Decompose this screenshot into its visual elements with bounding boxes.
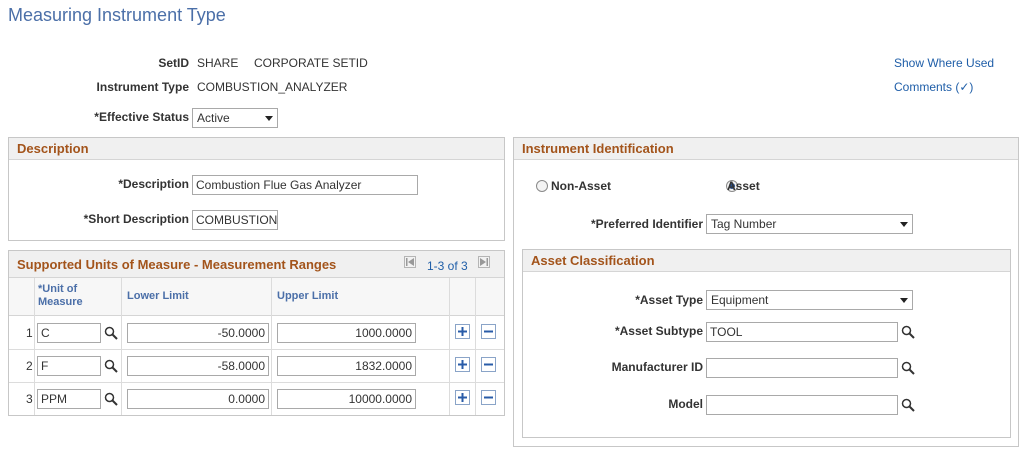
column-uom: *Unit of Measure bbox=[38, 283, 83, 309]
setid-value: SHARE bbox=[197, 56, 239, 70]
row-number: 1 bbox=[26, 326, 33, 340]
instrument-type-label: Instrument Type bbox=[96, 80, 189, 94]
magnifier-lookup-icon[interactable] bbox=[901, 398, 915, 412]
description-header: Description bbox=[9, 138, 504, 160]
first-page-icon[interactable] bbox=[404, 256, 416, 268]
table-row: 2 F -58.0000 1832.0000 bbox=[9, 350, 504, 382]
manufacturer-id-label: Manufacturer ID bbox=[611, 360, 703, 374]
preferred-identifier-value: Tag Number bbox=[711, 217, 777, 231]
effective-status-value: Active bbox=[197, 111, 230, 125]
preferred-identifier-label: *Preferred Identifier bbox=[590, 217, 703, 231]
table-row: 3 PPM 0.0000 10000.0000 bbox=[9, 383, 504, 415]
setid-label: SetID bbox=[158, 56, 189, 70]
row-number: 3 bbox=[26, 392, 33, 406]
column-lower-limit: Lower Limit bbox=[127, 290, 189, 302]
dropdown-arrow-icon bbox=[265, 115, 273, 121]
short-description-label: *Short Description bbox=[83, 212, 189, 226]
model-input[interactable] bbox=[706, 395, 898, 415]
manufacturer-id-input[interactable] bbox=[706, 358, 898, 378]
column-upper-limit: Upper Limit bbox=[277, 290, 339, 302]
magnifier-lookup-icon[interactable] bbox=[901, 325, 915, 339]
lower-limit-input[interactable]: -58.0000 bbox=[127, 356, 269, 376]
asset-type-value: Equipment bbox=[711, 293, 769, 307]
description-label: *Description bbox=[118, 177, 189, 191]
magnifier-lookup-icon[interactable] bbox=[104, 359, 118, 373]
show-where-used-link[interactable]: Show Where Used bbox=[894, 56, 994, 70]
upper-limit-input[interactable]: 10000.0000 bbox=[277, 389, 416, 409]
magnifier-lookup-icon[interactable] bbox=[104, 392, 118, 406]
magnifier-lookup-icon[interactable] bbox=[901, 361, 915, 375]
magnifier-lookup-icon[interactable] bbox=[104, 326, 118, 340]
model-label: Model bbox=[668, 397, 703, 411]
minus-icon[interactable] bbox=[481, 357, 496, 372]
asset-type-select[interactable]: Equipment bbox=[706, 290, 913, 310]
comments-link[interactable]: Comments (✓) bbox=[894, 80, 973, 94]
minus-icon[interactable] bbox=[481, 390, 496, 405]
grid-header-row bbox=[9, 278, 504, 316]
upper-limit-input[interactable]: 1000.0000 bbox=[277, 323, 416, 343]
uom-input[interactable]: PPM bbox=[37, 389, 101, 409]
plus-icon[interactable] bbox=[455, 390, 470, 405]
uom-input[interactable]: C bbox=[37, 323, 101, 343]
instrument-type-value: COMBUSTION_ANALYZER bbox=[197, 80, 348, 94]
non-asset-label: Non-Asset bbox=[551, 179, 612, 193]
lower-limit-input[interactable]: 0.0000 bbox=[127, 389, 269, 409]
short-description-input[interactable]: COMBUSTION bbox=[192, 210, 278, 230]
asset-type-label: *Asset Type bbox=[635, 293, 703, 307]
asset-subtype-input[interactable]: TOOL bbox=[706, 322, 898, 342]
plus-icon[interactable] bbox=[455, 357, 470, 372]
asset-classification-header: Asset Classification bbox=[523, 250, 1010, 272]
table-row: 1 C -50.0000 1000.0000 bbox=[9, 316, 504, 349]
uom-input[interactable]: F bbox=[37, 356, 101, 376]
preferred-identifier-select[interactable]: Tag Number bbox=[706, 214, 913, 234]
effective-status-select[interactable]: Active bbox=[192, 108, 278, 128]
column-uom-line1: *Unit of bbox=[38, 283, 78, 295]
minus-icon[interactable] bbox=[481, 324, 496, 339]
asset-subtype-label: *Asset Subtype bbox=[614, 324, 703, 338]
instrument-identification-header: Instrument Identification bbox=[514, 138, 1018, 160]
asset-label: Asset bbox=[727, 179, 760, 193]
row-number: 2 bbox=[26, 359, 33, 373]
setid-description: CORPORATE SETID bbox=[254, 56, 368, 70]
page-title: Measuring Instrument Type bbox=[8, 5, 226, 25]
dropdown-arrow-icon bbox=[900, 221, 908, 227]
description-input[interactable]: Combustion Flue Gas Analyzer bbox=[192, 175, 418, 195]
effective-status-label: *Effective Status bbox=[94, 110, 189, 124]
plus-icon[interactable] bbox=[455, 324, 470, 339]
upper-limit-input[interactable]: 1832.0000 bbox=[277, 356, 416, 376]
grid-pager-count: 1-3 of 3 bbox=[427, 259, 468, 273]
column-uom-line2: Measure bbox=[38, 296, 83, 308]
last-page-icon[interactable] bbox=[478, 256, 490, 268]
lower-limit-input[interactable]: -50.0000 bbox=[127, 323, 269, 343]
dropdown-arrow-icon bbox=[900, 297, 908, 303]
non-asset-radio[interactable] bbox=[536, 180, 548, 192]
